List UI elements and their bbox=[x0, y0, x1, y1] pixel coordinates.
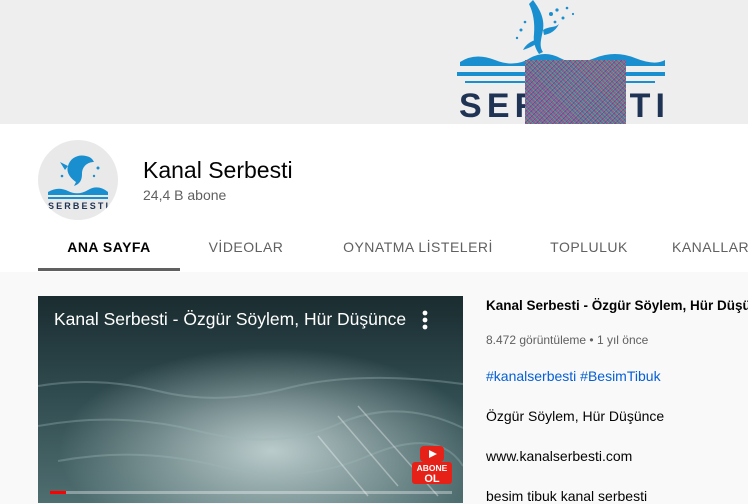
video-title-overlay[interactable]: Kanal Serbesti - Özgür Söylem, Hür Düşün… bbox=[54, 309, 414, 330]
avatar-logo-text: SERBESTI bbox=[48, 201, 108, 211]
view-count-date: 8.472 görüntüleme • 1 yıl önce bbox=[486, 333, 649, 347]
tab-home[interactable]: ANA SAYFA bbox=[38, 224, 180, 271]
featured-video-player[interactable]: Kanal Serbesti - Özgür Söylem, Hür Düşün… bbox=[38, 296, 463, 503]
hashtag-links[interactable]: #kanalserbesti #BesimTibuk bbox=[486, 368, 661, 384]
description-title[interactable]: Kanal Serbesti - Özgür Söylem, Hür Düşün… bbox=[486, 298, 748, 313]
tab-playlists[interactable]: OYNATMA LİSTELERİ bbox=[330, 224, 506, 270]
more-vertical-icon[interactable] bbox=[414, 306, 436, 334]
badge-line2: OL bbox=[424, 473, 440, 485]
description-line: besim tibuk kanal serbesti bbox=[486, 488, 648, 504]
tab-channels[interactable]: KANALLAR bbox=[672, 224, 748, 270]
channel-name: Kanal Serbesti bbox=[143, 157, 293, 183]
channel-avatar[interactable]: SERBESTI bbox=[38, 140, 118, 220]
video-progress-bar[interactable] bbox=[50, 491, 452, 494]
tab-community[interactable]: TOPLULUK bbox=[538, 224, 640, 270]
noise-overlay bbox=[525, 60, 626, 124]
subscriber-count: 24,4 B abone bbox=[143, 187, 227, 203]
badge-line1: ABONE bbox=[417, 463, 448, 473]
description-line: www.kanalserbesti.com bbox=[486, 448, 633, 464]
channel-tabs: ANA SAYFA VİDEOLAR OYNATMA LİSTELERİ TOP… bbox=[38, 224, 748, 272]
description-line: Özgür Söylem, Hür Düşünce bbox=[486, 408, 665, 424]
channel-header: SERBESTI Kanal Serbesti 24,4 B abone ANA… bbox=[0, 124, 748, 272]
subscribe-watermark[interactable]: ABONE OL bbox=[410, 444, 454, 486]
tab-videos[interactable]: VİDEOLAR bbox=[186, 224, 306, 270]
dolphin-avatar-icon: SERBESTI bbox=[48, 155, 108, 211]
channel-banner: SERBESTI bbox=[0, 0, 748, 124]
progress-fill bbox=[50, 491, 67, 494]
